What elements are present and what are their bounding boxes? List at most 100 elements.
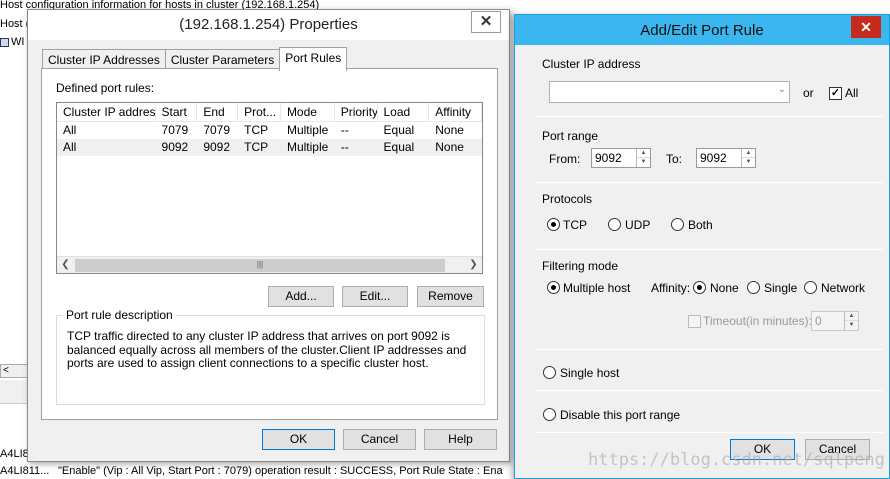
cluster-ip-label: Cluster IP address xyxy=(542,57,641,71)
cell: Equal xyxy=(383,140,415,154)
add-button[interactable]: Add... xyxy=(268,286,334,307)
spin-up-icon[interactable]: ▲ xyxy=(742,149,755,158)
port-rule-description-label: Port rule description xyxy=(63,308,176,322)
spin-buttons[interactable]: ▲ ▼ xyxy=(636,149,650,167)
dialog-title: Add/Edit Port Rule xyxy=(640,22,764,39)
spin-buttons[interactable]: ▲ ▼ xyxy=(741,149,755,167)
single-host-section: Single host xyxy=(535,355,883,391)
disable-range-radio[interactable] xyxy=(543,408,556,421)
single-host-radio[interactable] xyxy=(543,366,556,379)
timeout-stepper[interactable]: 0 ▲ ▼ xyxy=(811,311,859,331)
disable-range-label: Disable this port range xyxy=(560,408,681,422)
all-checkbox[interactable]: ✓ xyxy=(829,87,842,100)
chevron-down-icon[interactable]: ⌄ xyxy=(778,84,786,95)
log-row-id: A4LI811... xyxy=(0,465,50,477)
column-header[interactable]: End xyxy=(197,103,239,121)
column-header[interactable]: Priority xyxy=(335,103,378,121)
tab-port-rules[interactable]: Port Rules xyxy=(279,47,348,71)
spin-buttons[interactable]: ▲ ▼ xyxy=(844,312,858,330)
udp-label: UDP xyxy=(625,218,651,232)
both-label: Both xyxy=(688,218,713,232)
tcp-radio[interactable] xyxy=(547,218,560,231)
column-header[interactable]: Load xyxy=(378,103,430,121)
host-list-item[interactable]: WI xyxy=(0,36,24,48)
timeout-value: 0 xyxy=(815,314,822,328)
or-label: or xyxy=(803,86,814,100)
cell: 9092 xyxy=(161,140,189,154)
properties-dialog: (192.168.1.254) Properties ✕ Cluster IP … xyxy=(27,9,510,462)
port-rules-panel: Defined port rules: Cluster IP address S… xyxy=(41,68,498,420)
both-radio[interactable] xyxy=(671,218,684,231)
cell: Multiple xyxy=(286,140,329,154)
spin-down-icon[interactable]: ▼ xyxy=(742,158,755,167)
host-item-label: WI xyxy=(11,36,25,48)
spin-up-icon[interactable]: ▲ xyxy=(637,149,650,158)
scroll-left-arrow[interactable]: < xyxy=(0,364,30,378)
scroll-thumb[interactable]: ||| xyxy=(75,259,445,272)
table-row[interactable]: All 7079 7079 TCP Multiple -- Equal None xyxy=(57,122,482,139)
multiple-host-radio[interactable] xyxy=(547,281,560,294)
scrollbar-track[interactable] xyxy=(0,380,30,404)
ok-button[interactable]: OK xyxy=(262,429,335,450)
spin-down-icon[interactable]: ▼ xyxy=(845,321,858,330)
cell: None xyxy=(435,123,464,137)
tab-cluster-parameters[interactable]: Cluster Parameters xyxy=(164,49,281,70)
disable-range-section: Disable this port range xyxy=(535,397,883,433)
cancel-button[interactable]: Cancel xyxy=(343,429,416,450)
column-header[interactable]: Mode xyxy=(281,103,335,121)
to-port-value: 9092 xyxy=(700,151,727,165)
to-port-stepper[interactable]: 9092 ▲ ▼ xyxy=(696,148,756,168)
log-row[interactable]: A4LI811... "Enable" (Vip : All Vip, Star… xyxy=(0,465,503,477)
to-label: To: xyxy=(666,152,683,166)
cell: 7079 xyxy=(161,123,189,137)
horizontal-scrollbar[interactable]: ❮ ||| ❯ xyxy=(57,256,482,273)
timeout-checkbox[interactable] xyxy=(688,315,701,328)
from-label: From: xyxy=(549,152,581,166)
affinity-single-radio[interactable] xyxy=(747,281,760,294)
cell: All xyxy=(63,123,77,137)
affinity-label: Affinity: xyxy=(651,281,691,295)
server-icon xyxy=(0,37,9,47)
all-label: All xyxy=(845,86,859,100)
log-row-message: "Enable" (Vip : All Vip, Start Port : 70… xyxy=(58,465,503,477)
affinity-none-label: None xyxy=(710,281,739,295)
log-row[interactable]: A4LI8 xyxy=(0,448,29,460)
cell: -- xyxy=(340,140,349,154)
column-header[interactable]: Start xyxy=(156,103,198,121)
cluster-ip-section: Cluster IP address ⌄ or ✓ All xyxy=(535,53,883,117)
cell: 7079 xyxy=(203,123,231,137)
affinity-none-radio[interactable] xyxy=(693,281,706,294)
protocols-section: Protocols TCP UDP Both xyxy=(535,188,883,250)
scroll-left-icon[interactable]: ❮ xyxy=(57,257,74,273)
close-button[interactable]: ✕ xyxy=(471,11,501,33)
table-row[interactable]: All 9092 9092 TCP Multiple -- Equal None xyxy=(57,139,482,156)
close-button[interactable]: ✕ xyxy=(851,16,881,38)
add-edit-port-rule-dialog: Add/Edit Port Rule ✕ Cluster IP address … xyxy=(514,14,890,479)
spin-up-icon[interactable]: ▲ xyxy=(845,312,858,321)
cell: All xyxy=(63,140,77,154)
column-header[interactable]: Affinity xyxy=(429,103,482,121)
filtering-mode-section: Filtering mode Multiple host Affinity: N… xyxy=(535,255,883,350)
remove-button[interactable]: Remove xyxy=(417,286,484,307)
host-column-header[interactable]: Host ( xyxy=(0,18,29,30)
cluster-ip-combobox[interactable]: ⌄ xyxy=(549,81,790,103)
from-port-stepper[interactable]: 9092 ▲ ▼ xyxy=(591,148,651,168)
dialog-body: Cluster IP address ⌄ or ✓ All Port range… xyxy=(521,45,883,473)
edit-button[interactable]: Edit... xyxy=(342,286,408,307)
column-header[interactable]: Cluster IP address xyxy=(57,103,156,121)
port-rules-list[interactable]: Cluster IP address Start End Prot... Mod… xyxy=(56,102,483,274)
column-header[interactable]: Prot... xyxy=(238,103,281,121)
port-rule-description-text: TCP traffic directed to any cluster IP a… xyxy=(67,329,467,370)
help-button[interactable]: Help xyxy=(424,429,497,450)
tab-cluster-ip-addresses[interactable]: Cluster IP Addresses xyxy=(42,49,166,70)
port-rule-description-group: Port rule description TCP traffic direct… xyxy=(56,308,485,405)
scroll-right-icon[interactable]: ❯ xyxy=(465,257,482,273)
udp-radio[interactable] xyxy=(608,218,621,231)
cell: TCP xyxy=(244,140,269,154)
timeout-label: Timeout(in minutes): xyxy=(703,314,812,328)
spin-down-icon[interactable]: ▼ xyxy=(637,158,650,167)
cell: Equal xyxy=(383,123,415,137)
affinity-network-radio[interactable] xyxy=(804,281,817,294)
filtering-mode-label: Filtering mode xyxy=(542,259,619,273)
port-range-section: Port range From: 9092 ▲ ▼ To: 9092 ▲ ▼ xyxy=(535,125,883,183)
